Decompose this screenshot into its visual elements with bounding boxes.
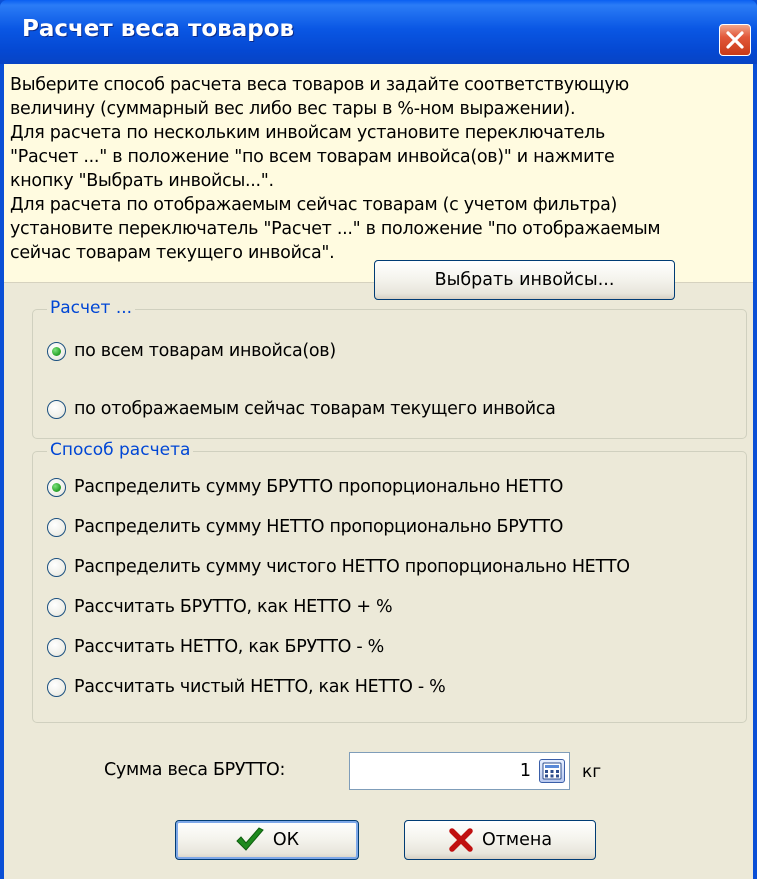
close-icon [726,31,744,49]
info-line: Для расчета по нескольким инвойсам устан… [10,123,605,143]
info-line: Выберите способ расчета веса товаров и з… [10,75,629,95]
radio-label: Рассчитать БРУТТО, как НЕТТО + % [74,597,393,617]
calc-method-caption: Способ расчета [47,440,194,460]
calculator-icon [542,762,562,780]
window-title: Расчет веса товаров [22,16,295,42]
calculator-button[interactable] [539,759,565,783]
radio-label: Распределить сумму БРУТТО пропорциональн… [74,477,564,497]
ok-button[interactable]: ОК [175,820,359,860]
calc-scope-caption: Расчет ... [47,298,136,318]
radio-label: Рассчитать чистый НЕТТО, как НЕТТО - % [74,677,446,697]
cross-icon [449,828,473,852]
gross-weight-input[interactable]: 1 [349,752,570,790]
radio-all-invoice-goods[interactable]: по всем товарам инвойса(ов) [47,338,336,364]
radio-label: по всем товарам инвойса(ов) [74,341,336,361]
select-invoices-button[interactable]: Выбрать инвойсы... [374,260,675,300]
info-line: величину (суммарный вес либо вес тары в … [10,99,576,119]
info-line: "Расчет ..." в положение "по всем товара… [10,147,615,167]
gross-weight-unit: кг [582,762,602,782]
radio-displayed-goods[interactable]: по отображаемым сейчас товарам текущего … [47,396,556,422]
info-line: Для расчета по отображаемым сейчас товар… [10,195,618,215]
radio-method-6[interactable]: Рассчитать чистый НЕТТО, как НЕТТО - % [47,674,446,700]
radio-method-1[interactable]: Распределить сумму БРУТТО пропорциональн… [47,474,563,500]
close-button[interactable] [719,24,751,56]
radio-button[interactable] [47,399,66,419]
radio-button[interactable] [47,597,66,617]
radio-button[interactable] [47,341,66,361]
radio-button[interactable] [47,677,66,697]
checkmark-icon [236,827,264,851]
dialog-window: Расчет веса товаров Выберите способ расч… [0,0,757,879]
radio-method-4[interactable]: Рассчитать БРУТТО, как НЕТТО + % [47,594,393,620]
radio-method-2[interactable]: Распределить сумму НЕТТО пропорционально… [47,514,563,540]
radio-button[interactable] [47,637,66,657]
title-bar[interactable]: Расчет веса товаров [0,0,757,64]
radio-button[interactable] [47,557,66,577]
radio-label: Распределить сумму чистого НЕТТО пропорц… [74,557,630,577]
radio-method-3[interactable]: Распределить сумму чистого НЕТТО пропорц… [47,554,630,580]
radio-method-5[interactable]: Рассчитать НЕТТО, как БРУТТО - % [47,634,384,660]
info-line: установите переключатель "Расчет ..." в … [10,219,661,239]
radio-label: Распределить сумму НЕТТО пропорционально… [74,517,564,537]
info-line: кнопку "Выбрать инвойсы...". [10,171,274,191]
gross-weight-value: 1 [519,761,531,781]
radio-button[interactable] [47,477,66,497]
ok-label: ОК [272,830,300,850]
radio-button[interactable] [47,517,66,537]
calc-method-group: Способ расчета Распределить сумму БРУТТО… [32,440,747,723]
cancel-button[interactable]: Отмена [404,820,596,860]
radio-label: Рассчитать НЕТТО, как БРУТТО - % [74,637,384,657]
info-panel: Выберите способ расчета веса товаров и з… [4,64,753,283]
calc-scope-group: Расчет ... по всем товарам инвойса(ов) п… [32,298,747,439]
cancel-label: Отмена [481,830,553,850]
gross-weight-label: Сумма веса БРУТТО: [104,760,286,780]
radio-label: по отображаемым сейчас товарам текущего … [74,399,556,419]
